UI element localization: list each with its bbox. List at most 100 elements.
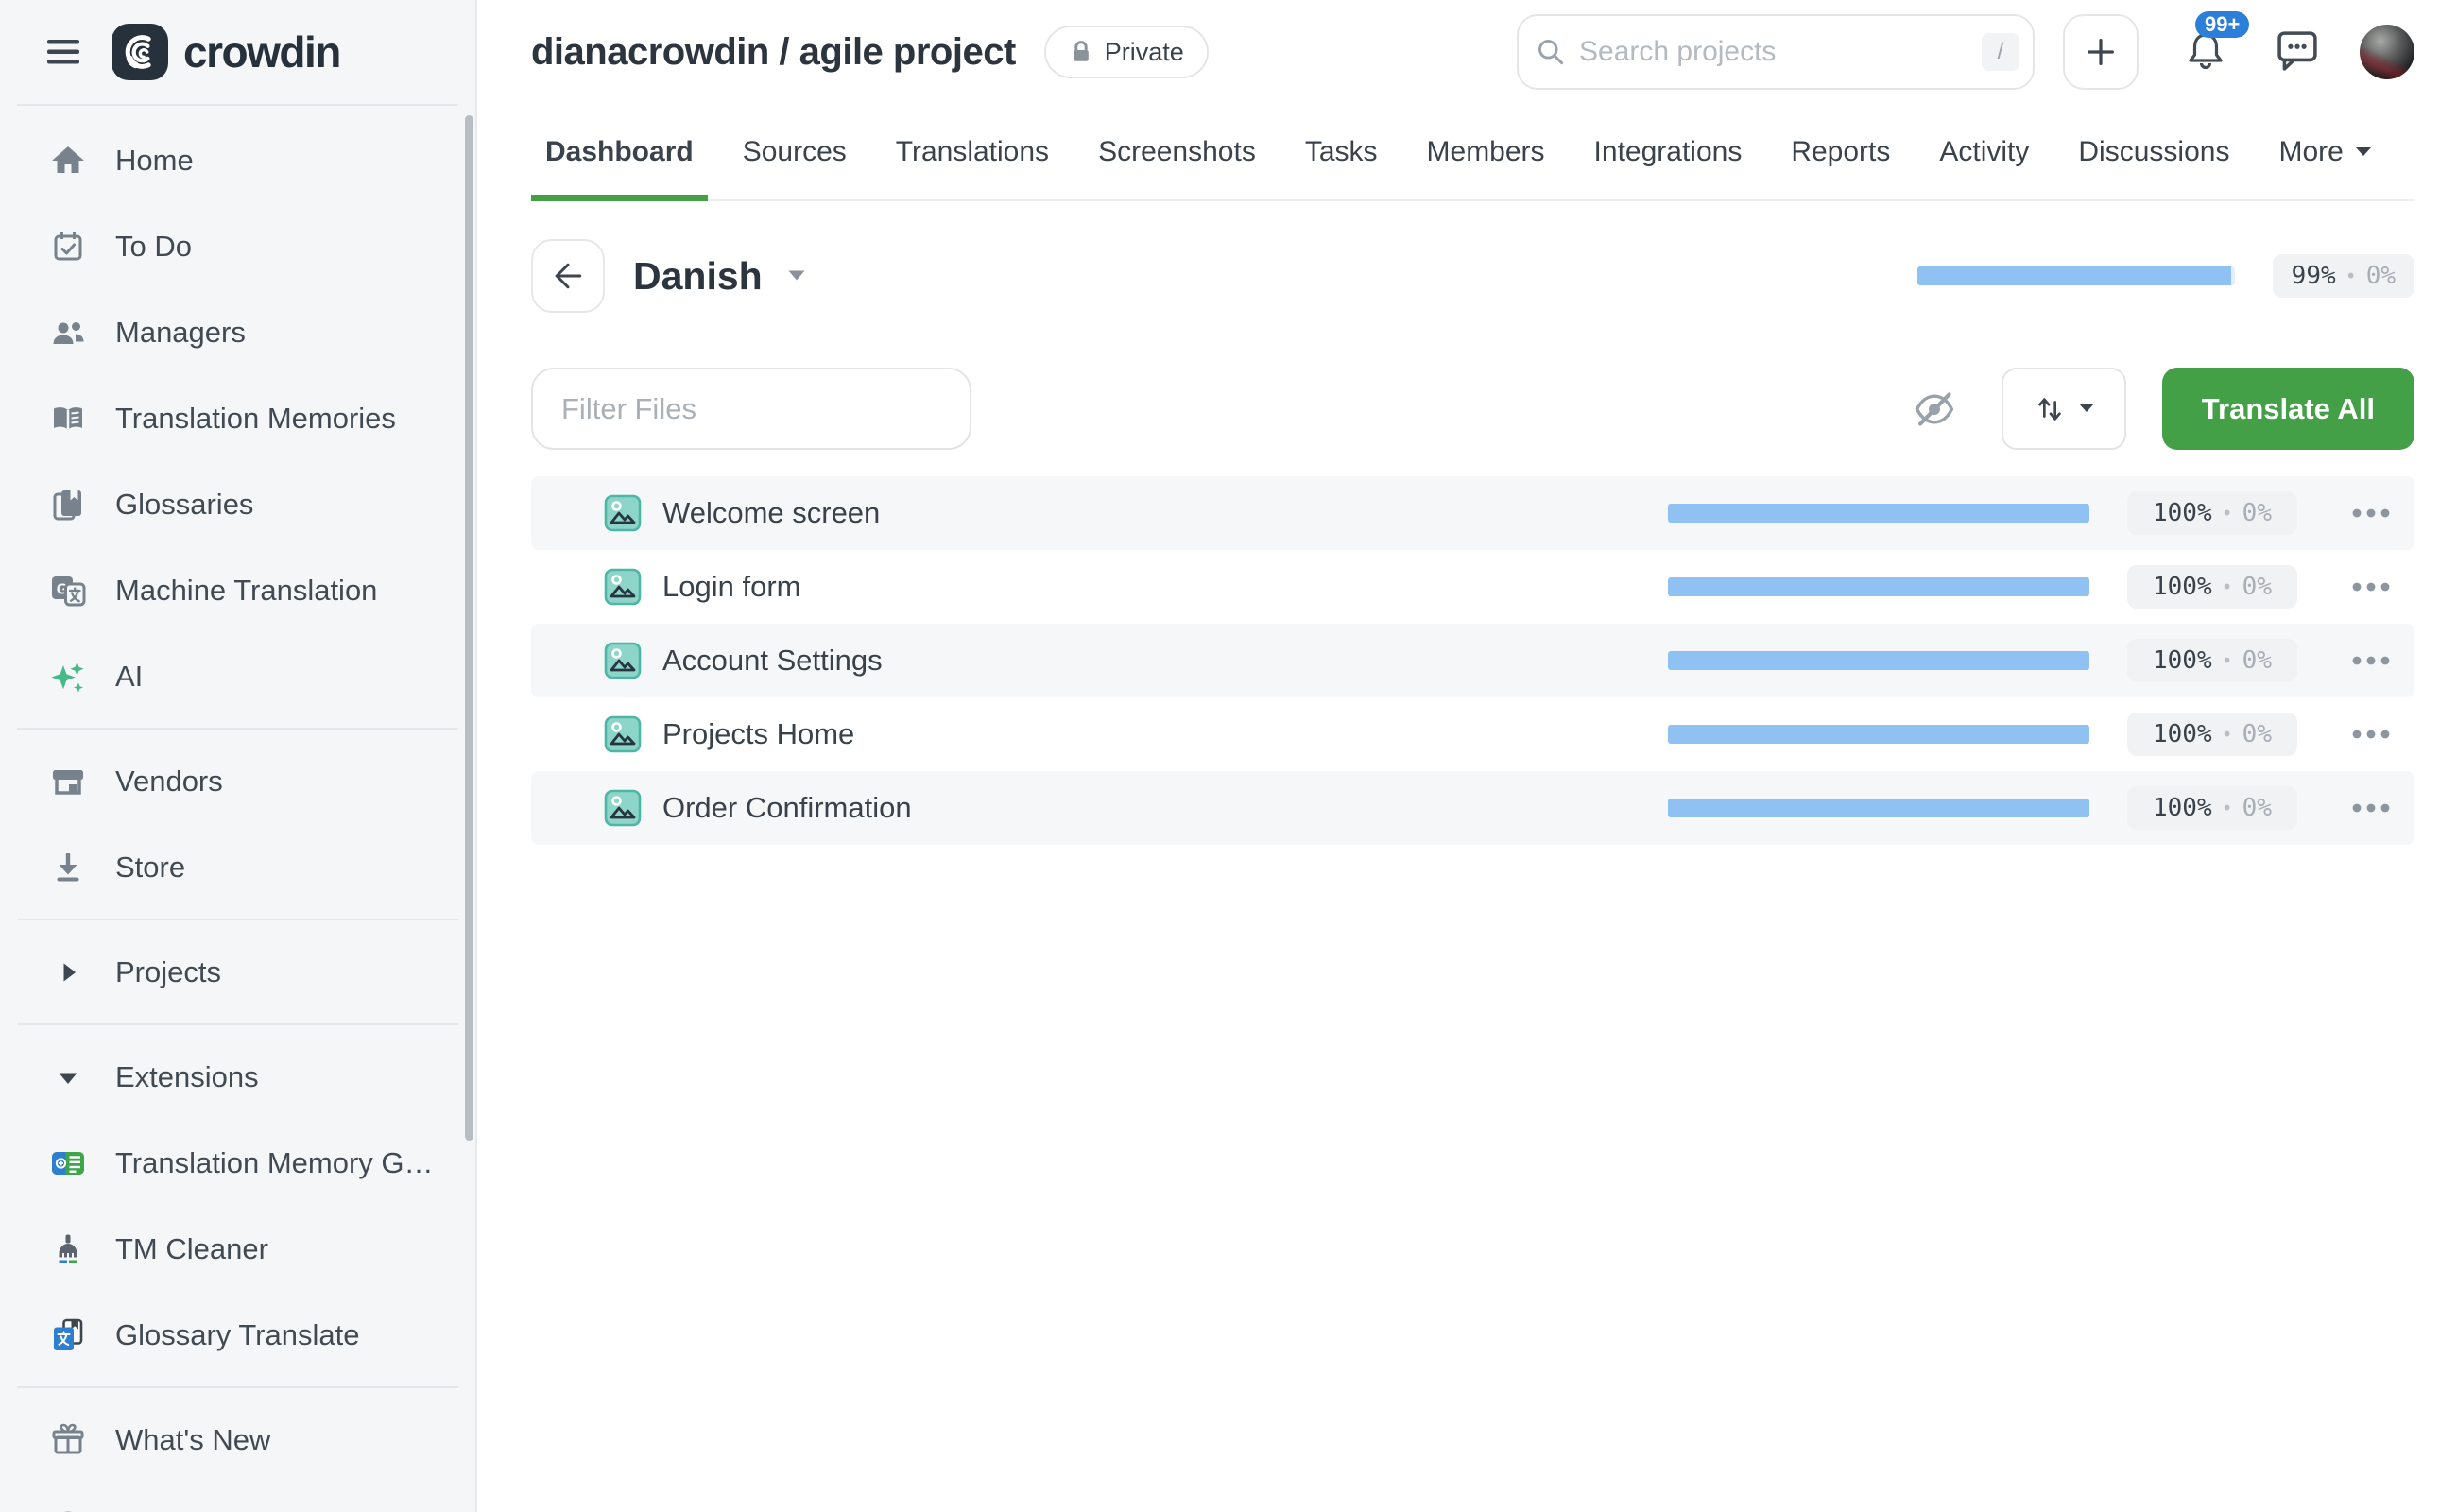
hamburger-menu-icon[interactable] [45, 37, 81, 67]
file-name: Projects Home [662, 717, 854, 751]
image-file-icon [604, 789, 642, 827]
tab-dashboard[interactable]: Dashboard [531, 104, 708, 199]
back-button[interactable] [531, 239, 605, 313]
crowdin-logo[interactable]: crowdin [112, 24, 340, 80]
language-progress-bar [1917, 266, 2235, 285]
tab-members[interactable]: Members [1413, 104, 1559, 199]
sidebar-item-extensions[interactable]: Extensions [0, 1034, 475, 1120]
search-input[interactable] [1517, 14, 2035, 90]
help-icon: ? [49, 1507, 87, 1512]
sort-arrows-icon [2034, 393, 2066, 425]
project-tabs: Dashboard Sources Translations Screensho… [531, 104, 2414, 201]
machine-translation-icon: G [49, 572, 87, 610]
sidebar-item-vendors[interactable]: Vendors [0, 738, 475, 824]
tab-integrations[interactable]: Integrations [1580, 104, 1757, 199]
sidebar-item-label: TM Cleaner [115, 1232, 268, 1266]
tab-discussions[interactable]: Discussions [2064, 104, 2243, 199]
tab-more[interactable]: More [2264, 104, 2385, 199]
file-progress-bar [1668, 725, 2089, 744]
sidebar: crowdin Home To Do [0, 0, 477, 1512]
sidebar-item-glossaries[interactable]: Glossaries [0, 461, 475, 547]
sidebar-item-whats-new[interactable]: What's New [0, 1397, 475, 1483]
sidebar-item-label: Vendors [115, 765, 223, 799]
language-stats-badge: 99% • 0% [2273, 254, 2414, 298]
file-menu-button[interactable] [2341, 581, 2401, 593]
tab-translations[interactable]: Translations [882, 104, 1063, 199]
lock-icon [1069, 39, 1093, 65]
glossary-translate-icon [49, 1316, 87, 1354]
privacy-badge: Private [1044, 26, 1209, 78]
sidebar-header: crowdin [0, 0, 475, 104]
tab-activity[interactable]: Activity [1925, 104, 2043, 199]
approved-percent: 0% [2366, 262, 2396, 290]
sidebar-item-managers[interactable]: Managers [0, 289, 475, 375]
sidebar-item-todo[interactable]: To Do [0, 203, 475, 289]
file-row[interactable]: Login form 100% • 0% [531, 550, 2414, 624]
project-title: dianacrowdin / agile project [531, 31, 1016, 74]
file-stats-badge: 100% • 0% [2127, 639, 2297, 682]
filter-files-input[interactable] [531, 368, 971, 450]
sidebar-item-ai[interactable]: AI [0, 633, 475, 719]
file-row[interactable]: Projects Home 100% • 0% [531, 697, 2414, 771]
sidebar-item-label: AI [115, 660, 143, 694]
file-row[interactable]: Welcome screen 100% • 0% [531, 476, 2414, 550]
file-menu-button[interactable] [2341, 729, 2401, 740]
sidebar-item-label: Projects [115, 955, 221, 989]
file-menu-button[interactable] [2341, 655, 2401, 666]
file-menu-button[interactable] [2341, 507, 2401, 519]
sidebar-item-projects[interactable]: Projects [0, 929, 475, 1015]
toggle-hidden-files-button[interactable] [1913, 387, 1956, 431]
file-name: Welcome screen [662, 496, 880, 530]
sidebar-item-label: Translation Memory Gene… [115, 1146, 446, 1180]
top-bar: dianacrowdin / agile project Private / [479, 0, 2457, 104]
file-name: Account Settings [662, 644, 883, 678]
ellipsis-icon [2351, 802, 2391, 814]
sidebar-item-label: Glossaries [115, 488, 253, 522]
home-icon [49, 142, 87, 180]
tab-tasks[interactable]: Tasks [1291, 104, 1392, 199]
create-project-button[interactable] [2063, 14, 2139, 90]
file-stats-badge: 100% • 0% [2127, 491, 2297, 535]
sidebar-item-translation-memories[interactable]: Translation Memories [0, 375, 475, 461]
tab-screenshots[interactable]: Screenshots [1084, 104, 1270, 199]
file-name: Login form [662, 570, 800, 604]
file-row[interactable]: Order Confirmation 100% • 0% [531, 771, 2414, 845]
search-shortcut-key: / [1982, 33, 2019, 71]
file-menu-button[interactable] [2341, 802, 2401, 814]
sidebar-item-store[interactable]: Store [0, 824, 475, 910]
gift-icon [49, 1421, 87, 1459]
file-progress-bar [1668, 651, 2089, 670]
user-avatar[interactable] [2360, 25, 2414, 79]
sidebar-item-label: To Do [115, 230, 192, 264]
sidebar-item-label: Extensions [115, 1060, 259, 1094]
file-progress-bar [1668, 577, 2089, 596]
sidebar-scrollbar[interactable] [465, 115, 473, 1141]
sidebar-item-tm-generator[interactable]: Translation Memory Gene… [0, 1120, 475, 1206]
tab-sources[interactable]: Sources [729, 104, 861, 199]
sidebar-item-label: Glossary Translate [115, 1318, 359, 1352]
eye-off-icon [1913, 387, 1956, 431]
main-content: dianacrowdin / agile project Private / [479, 0, 2457, 1512]
file-stats-badge: 100% • 0% [2127, 786, 2297, 830]
messages-button[interactable] [2273, 26, 2322, 78]
tm-cleaner-brush-icon [49, 1230, 87, 1268]
ellipsis-icon [2351, 581, 2391, 593]
sidebar-item-glossary-translate[interactable]: Glossary Translate [0, 1292, 475, 1378]
sidebar-item-machine-translation[interactable]: G Machine Translation [0, 547, 475, 633]
sidebar-item-tm-cleaner[interactable]: TM Cleaner [0, 1206, 475, 1292]
tab-reports[interactable]: Reports [1777, 104, 1904, 199]
sidebar-item-label: Machine Translation [115, 574, 377, 608]
translate-all-button[interactable]: Translate All [2162, 368, 2414, 450]
sort-files-button[interactable] [2002, 368, 2126, 450]
sidebar-item-home[interactable]: Home [0, 117, 475, 203]
privacy-badge-label: Private [1105, 38, 1184, 67]
language-selector-caret[interactable] [787, 269, 806, 283]
file-row[interactable]: Account Settings 100% • 0% [531, 624, 2414, 697]
sidebar-item-help-support[interactable]: ? Help & Support [0, 1483, 475, 1512]
caret-down-icon [49, 1058, 87, 1096]
project-search: / [1517, 14, 2035, 90]
notifications-button[interactable]: 99+ [2178, 19, 2233, 85]
todo-icon [49, 228, 87, 266]
sidebar-divider [0, 910, 475, 929]
sidebar-item-label: Managers [115, 316, 246, 350]
